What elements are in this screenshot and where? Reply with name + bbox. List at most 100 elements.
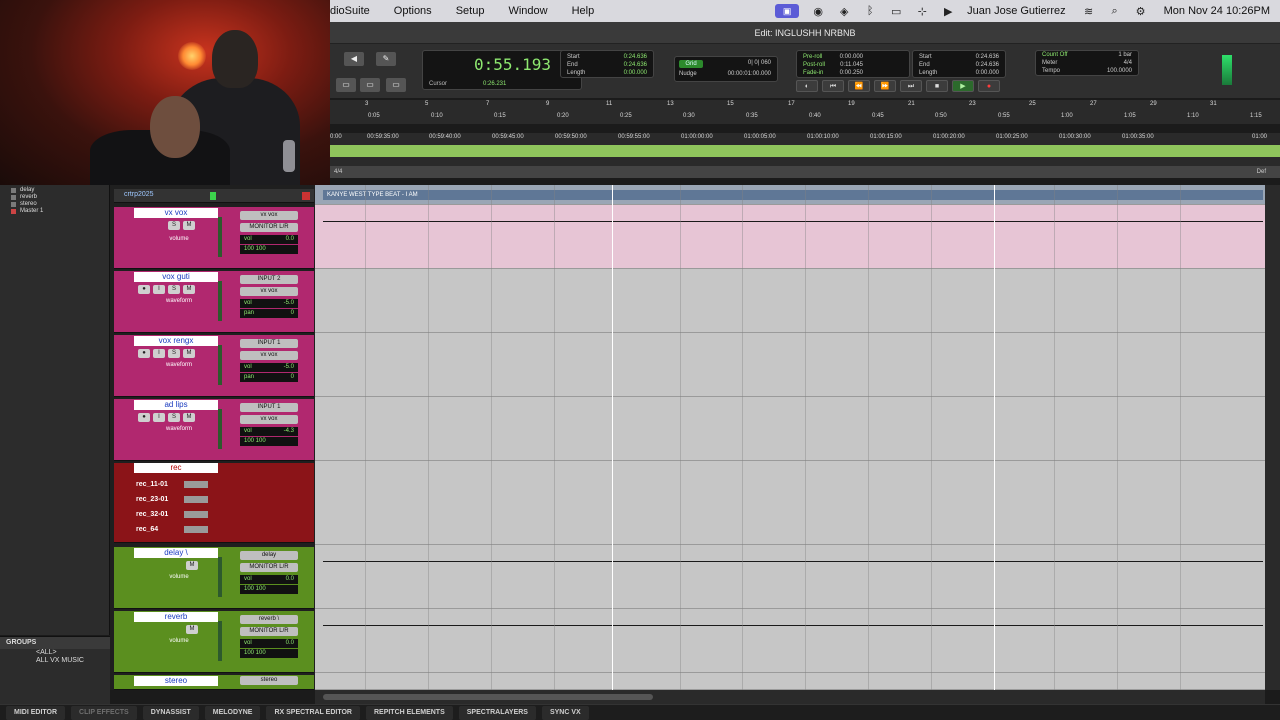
mute-button[interactable]: M: [183, 285, 195, 294]
fadein-value[interactable]: 0:00.250: [840, 69, 863, 77]
track-lane[interactable]: [315, 205, 1265, 269]
timecode-ruler[interactable]: 0:00 00:59:35:00 00:59:40:00 00:59:45:00…: [330, 133, 1280, 145]
clip-options-icon[interactable]: [184, 511, 208, 518]
bluetooth-icon[interactable]: ᛒ: [857, 5, 883, 17]
input-monitor-button[interactable]: I: [153, 413, 165, 422]
rec-folder-header[interactable]: rec rec_11-01 rec_23-01 rec_32-01 rec_64: [114, 463, 314, 543]
record-icon[interactable]: ●: [978, 80, 1000, 92]
tab-clip-effects[interactable]: CLIP EFFECTS: [71, 705, 137, 720]
count-off-value[interactable]: 1 bar: [1118, 51, 1132, 59]
horizontal-scrollbar[interactable]: [315, 690, 1265, 704]
output-selector[interactable]: vx vox: [240, 351, 298, 360]
output-selector[interactable]: vx vox: [240, 415, 298, 424]
clock[interactable]: Mon Nov 24 10:26PM: [1164, 5, 1270, 17]
end-value[interactable]: 0:24.636: [976, 61, 999, 69]
input-selector[interactable]: reverb \: [240, 615, 298, 624]
pan-readout[interactable]: 100 100: [240, 585, 298, 594]
marker-ruler[interactable]: [330, 145, 1280, 157]
group-item[interactable]: ALL VX MUSIC: [0, 657, 110, 665]
input-monitor-button[interactable]: I: [153, 349, 165, 358]
rewind-icon[interactable]: ⏪: [848, 80, 870, 92]
preroll-value[interactable]: 0:00.000: [840, 53, 863, 61]
volume-automation-line[interactable]: [323, 221, 1263, 222]
input-selector[interactable]: stereo: [240, 676, 298, 685]
input-selector[interactable]: INPUT 1: [240, 403, 298, 412]
aux-track-header[interactable]: reverb M volume reverb \ MONITOR L/R vol…: [114, 611, 314, 673]
input-monitor-button[interactable]: I: [153, 285, 165, 294]
play-icon[interactable]: ▶: [952, 80, 974, 92]
meter-value[interactable]: 4/4: [1124, 59, 1132, 67]
close-folder-icon[interactable]: [302, 192, 310, 200]
track-name[interactable]: ad lips: [134, 400, 218, 410]
return-to-zero-icon[interactable]: ⏮: [822, 80, 844, 92]
mute-button[interactable]: M: [183, 413, 195, 422]
track-view-selector[interactable]: volume: [144, 235, 214, 244]
control-center-icon[interactable]: ⚙: [1128, 5, 1154, 18]
length-value[interactable]: 0:00.000: [624, 69, 647, 77]
end-value[interactable]: 0:24.636: [624, 61, 647, 69]
bars-beats-ruler[interactable]: 3 5 7 9 11 13 15 17 19 21 23 25 27 29 31: [330, 100, 1280, 112]
pan-readout[interactable]: 100 100: [240, 649, 298, 658]
tempo-value[interactable]: 100.0000: [1107, 67, 1132, 75]
track-list-item[interactable]: delay: [0, 187, 109, 194]
group-item[interactable]: <ALL>: [0, 649, 110, 657]
length-value[interactable]: 0:00.000: [976, 69, 999, 77]
track-visibility-icon[interactable]: [11, 195, 16, 200]
playhead-cursor[interactable]: [612, 185, 613, 690]
input-selector[interactable]: delay: [240, 551, 298, 560]
input-selector[interactable]: vx vox: [240, 211, 298, 220]
meter-ruler[interactable]: 4/4 Def: [330, 166, 1280, 178]
clip-options-icon[interactable]: [184, 526, 208, 533]
track-name[interactable]: reverb: [134, 612, 218, 622]
tab-rx-spectral-editor[interactable]: RX SPECTRAL EDITOR: [266, 705, 360, 720]
pan-readout[interactable]: pan 0: [240, 309, 298, 318]
vertical-scrollbar[interactable]: [1265, 185, 1280, 690]
pan-readout[interactable]: 100 100: [240, 437, 298, 446]
solo-button[interactable]: S: [168, 413, 180, 422]
start-value[interactable]: 0:24.636: [624, 53, 647, 61]
input-selector[interactable]: INPUT 2: [240, 275, 298, 284]
clip-options-icon[interactable]: [184, 496, 208, 503]
folder-lane[interactable]: KANYE WEST TYPE BEAT - I AM: [315, 185, 1265, 205]
fadein-label[interactable]: Fade-in: [803, 69, 823, 77]
track-visibility-icon[interactable]: [11, 188, 16, 193]
fast-forward-icon[interactable]: ⏩: [874, 80, 896, 92]
zoom-toggle-icon[interactable]: ▭: [336, 78, 356, 92]
main-counter[interactable]: 0:55.193 Cursor 0:26.231: [422, 50, 582, 90]
track-lane[interactable]: [315, 269, 1265, 333]
audio-clip[interactable]: KANYE WEST TYPE BEAT - I AM: [323, 190, 1263, 200]
trim-tool-icon[interactable]: ▭: [360, 78, 380, 92]
track-header[interactable]: vox rengx ● I S M waveform INPUT 1 vx vox v…: [114, 335, 314, 397]
grid-value[interactable]: 0| 0| 060: [748, 60, 771, 66]
session-end-marker[interactable]: [994, 185, 995, 690]
track-header[interactable]: ad lips ● I S M waveform INPUT 1 vx vox vol…: [114, 399, 314, 461]
track-lane[interactable]: [315, 609, 1265, 673]
tab-repitch-elements[interactable]: REPITCH ELEMENTS: [365, 705, 453, 720]
track-visibility-icon[interactable]: [11, 202, 16, 207]
record-enable-button[interactable]: ●: [138, 285, 150, 294]
tab-dynassist[interactable]: DYNASSIST: [142, 705, 199, 720]
speaker-icon[interactable]: ◀: [344, 52, 364, 66]
rec-clip-item[interactable]: rec_32-01: [114, 507, 234, 522]
min-sec-ruler[interactable]: 0:05 0:10 0:15 0:20 0:25 0:30 0:35 0:40 …: [330, 112, 1280, 124]
output-selector[interactable]: vx vox: [240, 287, 298, 296]
track-lane[interactable]: [315, 461, 1265, 545]
preroll-label[interactable]: Pre-roll: [803, 53, 822, 61]
record-enable-button[interactable]: ●: [138, 349, 150, 358]
folder-open-icon[interactable]: [210, 192, 216, 200]
tab-sync-vx[interactable]: SYNC VX: [541, 705, 589, 720]
track-list-item[interactable]: Master 1: [0, 208, 109, 215]
track-lane[interactable]: [315, 397, 1265, 461]
track-name[interactable]: delay \: [134, 548, 218, 558]
volume-readout[interactable]: vol 0.0: [240, 639, 298, 648]
mute-button[interactable]: M: [183, 349, 195, 358]
count-off-label[interactable]: Count Off: [1042, 51, 1068, 59]
track-lane[interactable]: [315, 673, 1265, 690]
track-name[interactable]: vox guti: [134, 272, 218, 282]
play-icon[interactable]: ▶: [935, 5, 961, 18]
aux-track-header[interactable]: stereo stereo: [114, 675, 314, 690]
nudge-value[interactable]: 00:00:01:00.000: [728, 71, 771, 77]
track-lane[interactable]: [315, 545, 1265, 609]
user-name[interactable]: Juan Jose Gutierrez: [967, 5, 1065, 17]
clip-options-icon[interactable]: [184, 481, 208, 488]
